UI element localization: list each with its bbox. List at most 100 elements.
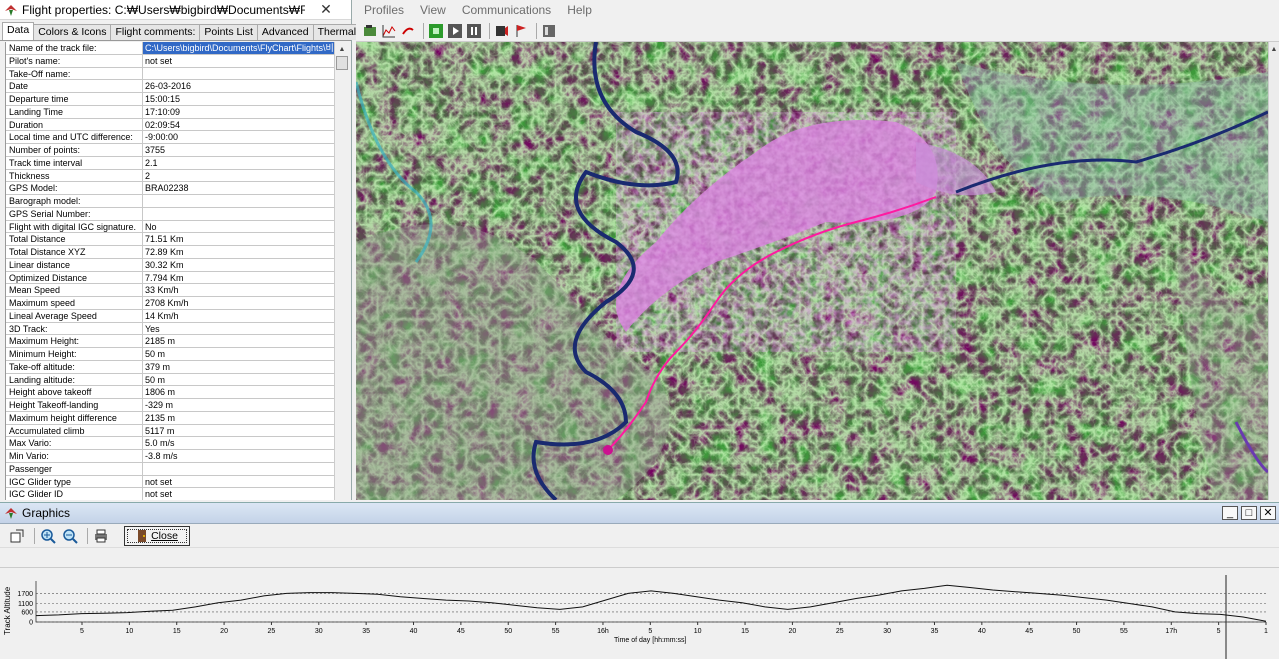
property-row[interactable]: Lineal Average Speed 14 Km/h: [6, 309, 334, 323]
props-scrollbar[interactable]: ▲: [334, 42, 348, 500]
property-value[interactable]: 30.32 Km: [143, 259, 334, 271]
scroll-up-icon[interactable]: ▲: [335, 42, 349, 56]
satellite-map[interactable]: [356, 42, 1268, 500]
property-value[interactable]: 17:10:09: [143, 106, 334, 118]
property-value[interactable]: 1806 m: [143, 386, 334, 398]
property-row[interactable]: Accumulated climb 5117 m: [6, 424, 334, 438]
tab-points-list[interactable]: Points List: [199, 24, 258, 40]
property-value[interactable]: 2708 Km/h: [143, 297, 334, 309]
property-value[interactable]: not set: [143, 488, 334, 500]
maximize-button[interactable]: □: [1241, 506, 1257, 520]
property-value[interactable]: 33 Km/h: [143, 284, 334, 296]
property-row[interactable]: Maximum speed 2708 Km/h: [6, 297, 334, 310]
property-value[interactable]: [143, 195, 334, 207]
takeoff-marker[interactable]: [603, 445, 613, 455]
tab-colors-icons[interactable]: Colors & Icons: [33, 24, 112, 40]
property-row[interactable]: Number of points: 3755: [6, 144, 334, 157]
property-value[interactable]: BRA02238: [143, 182, 334, 194]
menu-profiles[interactable]: Profiles: [356, 3, 412, 17]
property-row[interactable]: Maximum height difference 2135 m: [6, 411, 334, 425]
play-icon[interactable]: [428, 23, 444, 39]
print-icon[interactable]: [92, 527, 110, 545]
property-value[interactable]: 2.1: [143, 157, 334, 169]
tab-flight-comments[interactable]: Flight comments:: [110, 24, 201, 40]
property-value[interactable]: 14 Km/h: [143, 310, 334, 322]
tab-data[interactable]: Data: [2, 22, 35, 40]
property-row[interactable]: Height Takeoff-landing -329 m: [6, 399, 334, 412]
property-value[interactable]: 2185 m: [143, 335, 334, 347]
property-row[interactable]: Landing altitude: 50 m: [6, 373, 334, 387]
property-value[interactable]: 15:00:15: [143, 93, 334, 105]
property-value[interactable]: 50 m: [143, 348, 334, 360]
vario-icon[interactable]: [400, 23, 416, 39]
property-row[interactable]: IGC Glider ID not set: [6, 488, 334, 500]
pause-icon[interactable]: [466, 23, 482, 39]
menu-communications[interactable]: Communications: [454, 3, 559, 17]
property-row[interactable]: Minimum Height: 50 m: [6, 348, 334, 361]
run-icon[interactable]: [447, 23, 463, 39]
property-row[interactable]: Min Vario: -3.8 m/s: [6, 450, 334, 463]
flag-icon[interactable]: [513, 23, 529, 39]
settings-icon[interactable]: [8, 527, 26, 545]
zoom-in-icon[interactable]: [39, 527, 57, 545]
property-value[interactable]: C:\Users\bigbird\Documents\FlyChart\Flig…: [143, 42, 334, 54]
map-tool-icon[interactable]: [362, 23, 378, 39]
property-row[interactable]: IGC Glider type not set: [6, 475, 334, 489]
property-value[interactable]: No: [143, 221, 334, 233]
scroll-thumb[interactable]: [336, 56, 348, 70]
property-row[interactable]: Maximum Height: 2185 m: [6, 335, 334, 348]
property-row[interactable]: Date 26-03-2016: [6, 80, 334, 93]
property-row[interactable]: 3D Track: Yes: [6, 322, 334, 336]
property-row[interactable]: Landing Time 17:10:09: [6, 105, 334, 119]
property-value[interactable]: 26-03-2016: [143, 80, 334, 92]
property-row[interactable]: Pilot's name: not set: [6, 54, 334, 68]
panel-icon[interactable]: [541, 23, 557, 39]
property-row[interactable]: Mean Speed 33 Km/h: [6, 284, 334, 297]
property-value[interactable]: 5.0 m/s: [143, 437, 334, 449]
property-row[interactable]: Departure time 15:00:15: [6, 93, 334, 106]
map-scrollbar[interactable]: ▲: [1268, 42, 1279, 500]
altitude-chart[interactable]: 1700110060005 10 15 20 25 30 35 40 45 50 55 16h 5 10 1…: [0, 575, 1279, 659]
record-icon[interactable]: [494, 23, 510, 39]
property-value[interactable]: [143, 68, 334, 80]
property-row[interactable]: GPS Serial Number:: [6, 207, 334, 221]
property-row[interactable]: Passenger: [6, 462, 334, 476]
property-row[interactable]: Name of the track file: C:\Users\bigbird\…: [6, 42, 334, 55]
property-row[interactable]: Duration 02:09:54: [6, 118, 334, 132]
property-value[interactable]: not set: [143, 476, 334, 488]
property-value[interactable]: Yes: [143, 323, 334, 335]
property-value[interactable]: 2135 m: [143, 412, 334, 424]
property-value[interactable]: 2: [143, 170, 334, 182]
property-value[interactable]: 7.794 Km: [143, 272, 334, 284]
property-value[interactable]: 3755: [143, 144, 334, 156]
property-row[interactable]: Total Distance 71.51 Km: [6, 233, 334, 246]
property-value[interactable]: not set: [143, 55, 334, 67]
property-row[interactable]: Flight with digital IGC signature. No: [6, 220, 334, 234]
property-value[interactable]: 71.51 Km: [143, 233, 334, 245]
property-row[interactable]: Optimized Distance 7.794 Km: [6, 271, 334, 285]
property-row[interactable]: Thickness 2: [6, 169, 334, 183]
property-value[interactable]: 5117 m: [143, 425, 334, 437]
property-value[interactable]: -9:00:00: [143, 131, 334, 143]
props-close-button[interactable]: ✕: [305, 1, 347, 19]
menu-view[interactable]: View: [412, 3, 454, 17]
property-value[interactable]: 72.89 Km: [143, 246, 334, 258]
chart-icon[interactable]: [381, 23, 397, 39]
minimize-button[interactable]: _: [1222, 506, 1238, 520]
property-row[interactable]: GPS Model: BRA02238: [6, 182, 334, 195]
property-row[interactable]: Height above takeoff 1806 m: [6, 386, 334, 399]
graphics-close-button[interactable]: Close: [124, 525, 190, 546]
property-value[interactable]: 379 m: [143, 361, 334, 373]
property-value[interactable]: -329 m: [143, 399, 334, 411]
graphics-close-x-button[interactable]: ✕: [1260, 506, 1276, 520]
property-row[interactable]: Track time interval 2.1: [6, 156, 334, 170]
zoom-out-icon[interactable]: [61, 527, 79, 545]
menu-help[interactable]: Help: [559, 3, 600, 17]
property-row[interactable]: Local time and UTC difference: -9:00:00: [6, 131, 334, 144]
property-row[interactable]: Take-off altitude: 379 m: [6, 360, 334, 374]
property-row[interactable]: Barograph model:: [6, 195, 334, 208]
property-value[interactable]: -3.8 m/s: [143, 450, 334, 462]
property-value[interactable]: 02:09:54: [143, 119, 334, 131]
property-value[interactable]: [143, 208, 334, 220]
tab-advanced[interactable]: Advanced: [256, 24, 314, 40]
